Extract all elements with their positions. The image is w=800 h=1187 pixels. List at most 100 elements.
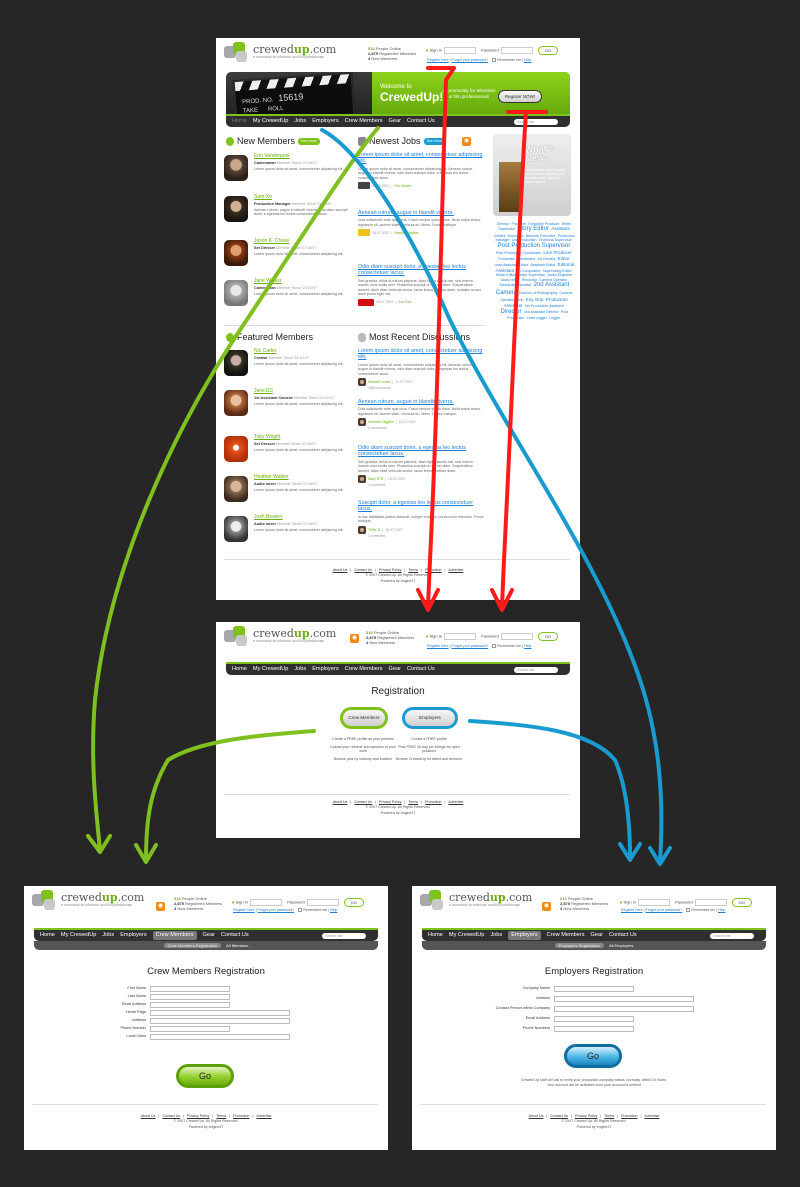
forgot-password-link[interactable]: Forgot your password? (646, 908, 683, 912)
site-logo[interactable]: crewedup.com a community for television … (224, 42, 336, 62)
search-input[interactable]: Search site (710, 933, 754, 939)
tag-link[interactable]: Logger (549, 316, 560, 320)
remember-me-checkbox[interactable] (686, 908, 691, 913)
tag-link[interactable]: Post Production Supervisor (498, 243, 571, 249)
remember-me-checkbox[interactable] (298, 908, 303, 913)
tag-link[interactable]: Assistant Editor (530, 263, 555, 267)
member-name-link[interactable]: Jane113 (254, 388, 273, 394)
help-link[interactable]: Help (718, 908, 725, 912)
employers-go-button[interactable]: Go (564, 1044, 622, 1068)
nav-my-crewedup[interactable]: My CrewedUp (61, 932, 96, 939)
tag-link[interactable]: Editor (558, 256, 570, 261)
help-link[interactable]: Help (330, 908, 337, 912)
nav-my-crewedup[interactable]: My CrewedUp (253, 666, 288, 673)
tag-link[interactable]: Lead Logger (527, 316, 547, 320)
tag-link[interactable]: Camera Operator (539, 278, 567, 282)
whats-new-box[interactable]: What's New? Lorem ipsum dolor sit amet, … (493, 134, 571, 216)
tag-link[interactable]: Music Editor (496, 273, 516, 277)
tag-link[interactable]: Recordist (522, 278, 537, 282)
subnav-all-employers[interactable]: All Employers (609, 943, 633, 948)
nav-jobs[interactable]: Jobs (102, 932, 114, 939)
avatar[interactable] (224, 280, 248, 306)
local-cities-field[interactable] (150, 1034, 290, 1040)
nav-gear[interactable]: Gear (389, 666, 401, 673)
avatar[interactable] (224, 476, 248, 502)
tag-link[interactable]: Story Editor (518, 226, 549, 232)
job-title-link[interactable]: Odio diam suscipit dolor, a egestas leo … (358, 264, 466, 276)
tag-link[interactable]: Writer (562, 222, 572, 226)
tag-link[interactable]: Production Coordinator (498, 257, 535, 261)
nav-home[interactable]: Home (40, 932, 55, 939)
home-page-field[interactable] (150, 1010, 290, 1016)
tag-link[interactable]: Network Executive (526, 234, 556, 238)
password-field[interactable] (500, 633, 533, 640)
contact-person-field[interactable] (554, 1006, 694, 1012)
site-logo[interactable]: crewedup.com a community for television … (420, 890, 532, 910)
company-name-field[interactable] (554, 986, 634, 992)
tag-link[interactable]: Assistant (551, 226, 570, 231)
password-field[interactable] (306, 899, 339, 906)
tag-link[interactable]: Unit Production (512, 238, 537, 242)
tag-link[interactable]: Set Production Assistant (525, 304, 564, 308)
forgot-password-link[interactable]: Forgot your password? (258, 908, 295, 912)
forgot-password-link[interactable]: Forgot your password? (452, 58, 489, 62)
member-name-link[interactable]: Toby Wright (254, 434, 280, 440)
remember-me-checkbox[interactable] (492, 644, 497, 649)
register-now-button[interactable]: Register NOW! (498, 90, 542, 103)
help-link[interactable]: Help (524, 58, 531, 62)
see-more-jobs-button[interactable]: See more (423, 138, 446, 145)
tag-link[interactable]: Executive (508, 234, 524, 238)
username-field[interactable] (444, 47, 476, 54)
nav-jobs[interactable]: Jobs (294, 118, 306, 125)
rss-icon[interactable]: ◉ (462, 137, 472, 147)
nav-gear[interactable]: Gear (591, 932, 603, 939)
address-field[interactable] (150, 1018, 290, 1024)
tag-link[interactable]: Supervising Editor (543, 269, 572, 273)
subnav-employers-registration[interactable]: Employers Registration (554, 943, 604, 948)
password-field[interactable] (694, 899, 727, 906)
member-name-link[interactable]: Nic Carter (254, 348, 277, 354)
employers-button[interactable]: Employers (402, 707, 458, 729)
crew-members-button[interactable]: Crew Members (340, 707, 388, 729)
subnav-crew-registration[interactable]: Crew Members Registration (163, 943, 222, 948)
tag-link[interactable]: Grip (517, 298, 524, 302)
search-input[interactable]: Search site (514, 667, 558, 673)
tag-link[interactable]: Music Supervisor (518, 273, 546, 277)
tag-link[interactable]: 2D Compositor (516, 269, 540, 273)
avatar[interactable] (224, 240, 248, 266)
phone-field[interactable] (150, 1026, 230, 1032)
subnav-all-members[interactable]: All Members (226, 943, 248, 948)
password-field[interactable] (500, 47, 533, 54)
member-name-link[interactable]: Josh Bowers (254, 514, 283, 520)
tag-link[interactable]: Producer (512, 222, 527, 226)
job-title-link[interactable]: Aenean rutrum, augue in blandit viverra. (358, 210, 454, 216)
first-name-field[interactable] (150, 986, 230, 992)
nav-contact-us[interactable]: Contact Us (407, 118, 435, 125)
member-name-link[interactable]: Sam Xo (254, 194, 272, 200)
email-field[interactable] (554, 1016, 634, 1022)
site-logo[interactable]: crewedup.com a community for television … (224, 626, 336, 646)
nav-home[interactable]: Home (428, 932, 443, 939)
register-here-link[interactable]: Register here (427, 58, 449, 62)
username-field[interactable] (638, 899, 670, 906)
tag-link[interactable]: Key Grip (526, 297, 544, 302)
discussion-title-link[interactable]: Aenean rutrum, augue in blandit viverra. (358, 399, 454, 405)
job-title-link[interactable]: Lorem ipsum dolor sit amet, consectetuer… (358, 152, 482, 164)
nav-my-crewedup[interactable]: My CrewedUp (253, 118, 288, 125)
forgot-password-link[interactable]: Forgot your password? (452, 644, 489, 648)
tag-link[interactable]: Post Production Coordinator (496, 251, 541, 255)
phone-field[interactable] (554, 1026, 634, 1032)
sign-in-go-button[interactable]: GO (343, 898, 364, 907)
register-here-link[interactable]: Register here (427, 644, 449, 648)
nav-contact-us[interactable]: Contact Us (609, 932, 637, 939)
sign-in-go-button[interactable]: GO (537, 632, 558, 641)
nav-my-crewedup[interactable]: My CrewedUp (449, 932, 484, 939)
nav-gear[interactable]: Gear (389, 118, 401, 125)
avatar[interactable] (224, 516, 248, 542)
sign-in-go-button[interactable]: GO (537, 46, 558, 55)
nav-contact-us[interactable]: Contact Us (221, 932, 249, 939)
nav-crew-members[interactable]: Crew Members (152, 931, 197, 940)
username-field[interactable] (444, 633, 476, 640)
search-input[interactable]: Search site (322, 933, 366, 939)
nav-crew-members[interactable]: Crew Members (345, 118, 383, 125)
